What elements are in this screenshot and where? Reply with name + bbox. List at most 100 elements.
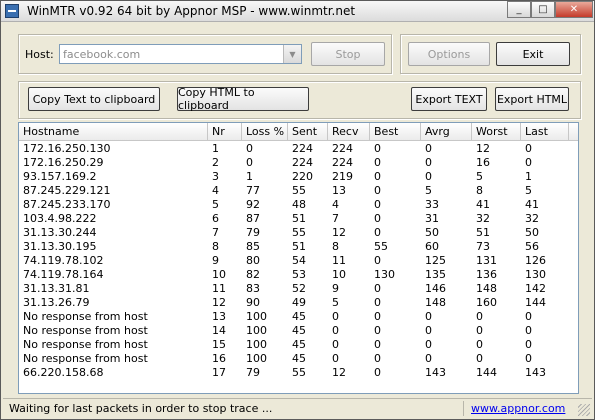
- host-combobox[interactable]: facebook.com ▼: [59, 44, 302, 64]
- table-row[interactable]: 66.220.158.68 17 79 55 12 0 143 144 143: [19, 366, 578, 380]
- cell-avrg: 0: [425, 352, 432, 365]
- export-text-button[interactable]: Export TEXT: [411, 87, 487, 111]
- maximize-button[interactable]: □: [531, 1, 555, 18]
- cell-avrg: 5: [425, 184, 432, 197]
- cell-sent: 48: [292, 198, 306, 211]
- cell-nr: 2: [212, 156, 219, 169]
- cell-nr: 5: [212, 198, 219, 211]
- column-header-sent[interactable]: Sent: [288, 123, 328, 140]
- cell-last: 41: [525, 198, 539, 211]
- cell-hostname: 66.220.158.68: [23, 366, 104, 379]
- results-table[interactable]: Hostname Nr Loss % Sent Recv Best Avrg W…: [18, 122, 579, 394]
- column-header-hostname[interactable]: Hostname: [19, 123, 208, 140]
- cell-nr: 10: [212, 268, 226, 281]
- cell-loss: 83: [246, 282, 260, 295]
- cell-hostname: 74.119.78.164: [23, 268, 104, 281]
- copy-text-button[interactable]: Copy Text to clipboard: [28, 87, 160, 111]
- table-row[interactable]: 172.16.250.29 2 0 224 224 0 0 16 0: [19, 156, 578, 170]
- resize-grip-icon[interactable]: [578, 404, 590, 416]
- cell-worst: 32: [476, 212, 490, 225]
- options-label: Options: [427, 47, 471, 61]
- table-row[interactable]: 103.4.98.222 6 87 51 7 0 31 32 32: [19, 212, 578, 226]
- cell-loss: 79: [246, 226, 260, 239]
- cell-worst: 136: [476, 268, 497, 281]
- table-row[interactable]: 74.119.78.164 10 82 53 10 130 135 136 130: [19, 268, 578, 282]
- cell-avrg: 0: [425, 170, 432, 183]
- table-row[interactable]: 172.16.250.130 1 0 224 224 0 0 12 0: [19, 142, 578, 156]
- cell-loss: 79: [246, 366, 260, 379]
- options-button[interactable]: Options: [408, 42, 490, 66]
- cell-hostname: No response from host: [23, 338, 148, 351]
- column-header-best[interactable]: Best: [370, 123, 421, 140]
- column-header-last[interactable]: Last: [521, 123, 569, 140]
- column-header-recv[interactable]: Recv: [328, 123, 370, 140]
- cell-recv: 0: [332, 310, 339, 323]
- cell-hostname: 93.157.169.2: [23, 170, 97, 183]
- cell-recv: 12: [332, 366, 346, 379]
- table-row[interactable]: 87.245.229.121 4 77 55 13 0 5 8 5: [19, 184, 578, 198]
- cell-worst: 12: [476, 142, 490, 155]
- export-html-button[interactable]: Export HTML: [495, 87, 569, 111]
- cell-best: 0: [374, 170, 381, 183]
- cell-recv: 219: [332, 170, 353, 183]
- cell-hostname: 87.245.233.170: [23, 198, 111, 211]
- cell-nr: 11: [212, 282, 226, 295]
- stop-button[interactable]: Stop: [311, 42, 385, 66]
- close-button[interactable]: ✕: [555, 1, 593, 18]
- cell-recv: 0: [332, 324, 339, 337]
- cell-recv: 11: [332, 254, 346, 267]
- cell-hostname: No response from host: [23, 310, 148, 323]
- cell-last: 0: [525, 310, 532, 323]
- table-row[interactable]: 31.13.26.79 12 90 49 5 0 148 160 144: [19, 296, 578, 310]
- cell-nr: 8: [212, 240, 219, 253]
- table-row[interactable]: 31.13.30.195 8 85 51 8 55 60 73 56: [19, 240, 578, 254]
- minimize-button[interactable]: _: [507, 1, 531, 18]
- title-bar[interactable]: WinMTR v0.92 64 bit by Appnor MSP - www.…: [1, 1, 594, 22]
- cell-recv: 10: [332, 268, 346, 281]
- cell-nr: 1: [212, 142, 219, 155]
- cell-worst: 160: [476, 296, 497, 309]
- cell-nr: 6: [212, 212, 219, 225]
- column-header-worst[interactable]: Worst: [472, 123, 521, 140]
- cell-hostname: 31.13.30.244: [23, 226, 97, 239]
- cell-last: 130: [525, 268, 546, 281]
- cell-best: 0: [374, 338, 381, 351]
- cell-loss: 100: [246, 338, 267, 351]
- cell-hostname: 31.13.26.79: [23, 296, 90, 309]
- cell-worst: 51: [476, 226, 490, 239]
- column-header-avrg[interactable]: Avrg: [421, 123, 472, 140]
- cell-worst: 0: [476, 352, 483, 365]
- column-header-loss[interactable]: Loss %: [242, 123, 288, 140]
- cell-sent: 55: [292, 366, 306, 379]
- cell-avrg: 125: [425, 254, 446, 267]
- copy-html-button[interactable]: Copy HTML to clipboard: [177, 86, 309, 112]
- cell-best: 0: [374, 184, 381, 197]
- table-row[interactable]: 31.13.30.244 7 79 55 12 0 50 51 50: [19, 226, 578, 240]
- table-row[interactable]: No response from host 14 100 45 0 0 0 0 0: [19, 324, 578, 338]
- cell-sent: 49: [292, 296, 306, 309]
- cell-last: 144: [525, 296, 546, 309]
- cell-recv: 5: [332, 296, 339, 309]
- table-row[interactable]: No response from host 16 100 45 0 0 0 0 0: [19, 352, 578, 366]
- cell-nr: 13: [212, 310, 226, 323]
- cell-avrg: 60: [425, 240, 439, 253]
- cell-sent: 55: [292, 226, 306, 239]
- cell-loss: 0: [246, 156, 253, 169]
- table-row[interactable]: 93.157.169.2 3 1 220 219 0 0 5 1: [19, 170, 578, 184]
- cell-recv: 224: [332, 156, 353, 169]
- table-row[interactable]: 74.119.78.102 9 80 54 11 0 125 131 126: [19, 254, 578, 268]
- cell-last: 56: [525, 240, 539, 253]
- chevron-down-icon[interactable]: ▼: [283, 45, 301, 63]
- cell-recv: 0: [332, 338, 339, 351]
- column-header-nr[interactable]: Nr: [208, 123, 242, 140]
- table-row[interactable]: 87.245.233.170 5 92 48 4 0 33 41 41: [19, 198, 578, 212]
- table-row[interactable]: No response from host 15 100 45 0 0 0 0 0: [19, 338, 578, 352]
- exit-button[interactable]: Exit: [496, 42, 570, 66]
- table-row[interactable]: No response from host 13 100 45 0 0 0 0 0: [19, 310, 578, 324]
- cell-worst: 5: [476, 170, 483, 183]
- cell-loss: 100: [246, 324, 267, 337]
- cell-avrg: 50: [425, 226, 439, 239]
- cell-loss: 85: [246, 240, 260, 253]
- table-row[interactable]: 31.13.31.81 11 83 52 9 0 146 148 142: [19, 282, 578, 296]
- appnor-link[interactable]: www.appnor.com: [471, 402, 565, 415]
